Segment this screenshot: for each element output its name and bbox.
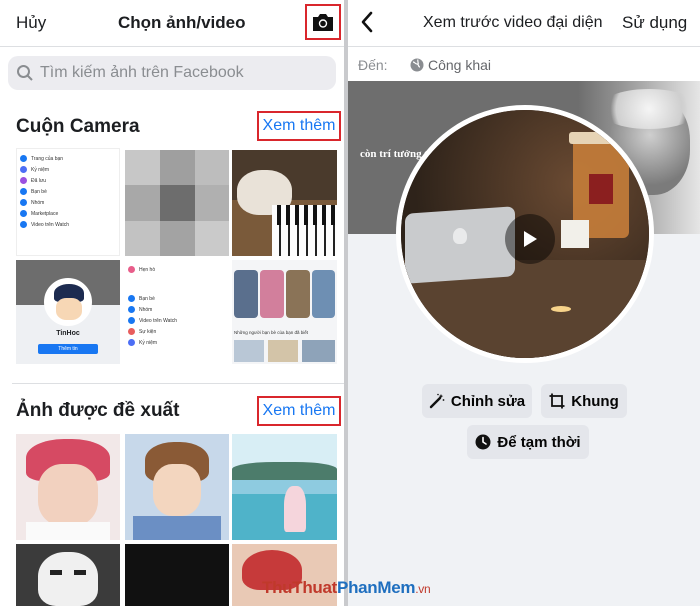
page-title: Chọn ảnh/video [118,13,246,32]
mini-menu-item: Video trên Watch [31,221,70,228]
mini-menu-item: Marketplace [31,210,59,217]
play-button[interactable] [505,214,555,264]
camera-roll-see-more-button[interactable]: Xem thêm [257,111,341,141]
screenshot-thumbnail-menu-2[interactable]: Hẹn hò Bạn bè Nhóm Video trên Watch Sự k… [125,260,229,364]
mini-add-story-button: Thêm tin [38,344,98,354]
stories-screenshot-thumbnail[interactable]: Những người bạn bè của bạn đã biết [232,260,337,364]
suggested-photo-5[interactable] [125,544,229,606]
watermark-part: ThuThuat [262,578,338,597]
header-divider [348,46,700,47]
suggested-photo-4[interactable] [16,544,120,606]
frame-icon [549,393,565,409]
search-icon [17,65,33,81]
camera-roll-title: Cuộn Camera [16,116,140,137]
cat-piano-thumbnail[interactable] [232,150,337,256]
audience-value: Công khai [428,57,492,73]
mini-menu-item: Hẹn hò [139,266,156,273]
chevron-left-icon [361,11,373,33]
mini-menu-item: Kỷ niệm [31,166,50,173]
profile-screenshot-thumbnail[interactable]: TinHoc Thêm tin [16,260,120,364]
mini-menu-item: Đã lưu [31,177,47,184]
blurred-photo-thumbnail[interactable] [125,150,229,256]
play-icon [524,231,537,247]
section-divider [12,383,344,384]
use-button[interactable]: Sử dụng [622,13,687,33]
mini-menu-item: Bạn bè [139,295,155,302]
camera-icon [313,13,333,31]
photo-picker-panel: Hủy Chọn ảnh/video Tìm kiếm ảnh trên Fac… [0,0,344,606]
profile-video-preview[interactable] [396,105,654,363]
profile-video-preview-panel: Xem trước video đại diện Sử dụng Đến: Cô… [348,0,700,606]
edit-label: Chỉnh sửa [450,392,526,410]
globe-icon [410,58,424,72]
mini-profile-name: TinHoc [56,330,80,337]
screenshot-thumbnail-menu[interactable]: Trang của bạn Kỷ niệm Đã lưu Bạn bè Nhóm… [16,148,120,256]
suggested-photo-1[interactable] [16,434,120,540]
watermark-part: PhanMem [337,578,416,597]
watermark: ThuThuatPhanMem.vn [262,578,431,598]
suggested-photo-2[interactable] [125,434,229,540]
audience-selector[interactable]: Công khai [410,57,491,73]
frame-label: Khung [571,392,619,410]
search-input[interactable]: Tìm kiếm ảnh trên Facebook [8,56,336,90]
mini-menu-item: Bạn bè [31,188,47,195]
camera-button[interactable] [305,4,341,40]
frame-button[interactable]: Khung [541,384,627,418]
clock-icon [475,434,491,450]
search-placeholder: Tìm kiếm ảnh trên Facebook [40,64,244,81]
audience-label: Đến: [358,57,388,73]
mini-menu-item: Video trên Watch [139,317,178,324]
mini-menu-item: Nhóm [139,306,153,313]
suggested-photos-title: Ảnh được đề xuất [16,400,180,421]
mini-menu-item: Sự kiện [139,328,157,335]
page-title: Xem trước video đại diện [423,14,603,31]
cancel-button[interactable]: Hủy [16,13,46,33]
mini-menu-item: Nhóm [31,199,45,206]
mini-menu-item: Kỷ niệm [139,339,158,346]
mini-news-label: Những người bạn bè của bạn đã biết [234,330,309,335]
header-divider [0,46,344,47]
temporary-label: Để tạm thời [497,433,581,451]
mini-menu-item: Trang của bạn [31,155,64,162]
edit-button[interactable]: Chỉnh sửa [422,384,532,418]
temporary-button[interactable]: Để tạm thời [467,425,589,459]
suggested-see-more-button[interactable]: Xem thêm [257,396,341,426]
back-button[interactable] [360,11,374,38]
magic-wand-icon [429,393,445,409]
watermark-part: .vn [415,582,431,596]
suggested-photo-3[interactable] [232,434,337,540]
